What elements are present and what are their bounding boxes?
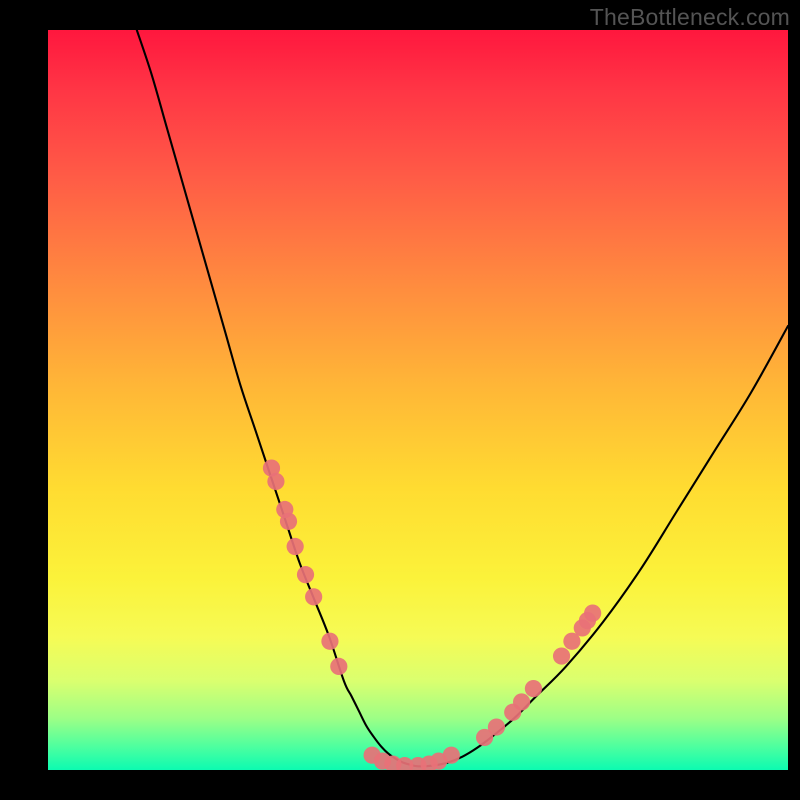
watermark-text: TheBottleneck.com [590, 4, 790, 31]
data-marker [525, 680, 542, 697]
data-marker [330, 658, 347, 675]
data-marker [267, 473, 284, 490]
data-marker [584, 605, 601, 622]
data-marker [443, 747, 460, 764]
data-marker [321, 633, 338, 650]
data-marker [280, 513, 297, 530]
data-marker [297, 566, 314, 583]
bottleneck-curve [137, 30, 788, 766]
data-marker [488, 718, 505, 735]
curve-layer [48, 30, 788, 770]
data-marker [305, 588, 322, 605]
chart-frame: TheBottleneck.com [0, 0, 800, 800]
plot-area [48, 30, 788, 770]
data-marker [287, 538, 304, 555]
data-marker [553, 647, 570, 664]
data-markers [263, 459, 601, 770]
data-marker [513, 693, 530, 710]
